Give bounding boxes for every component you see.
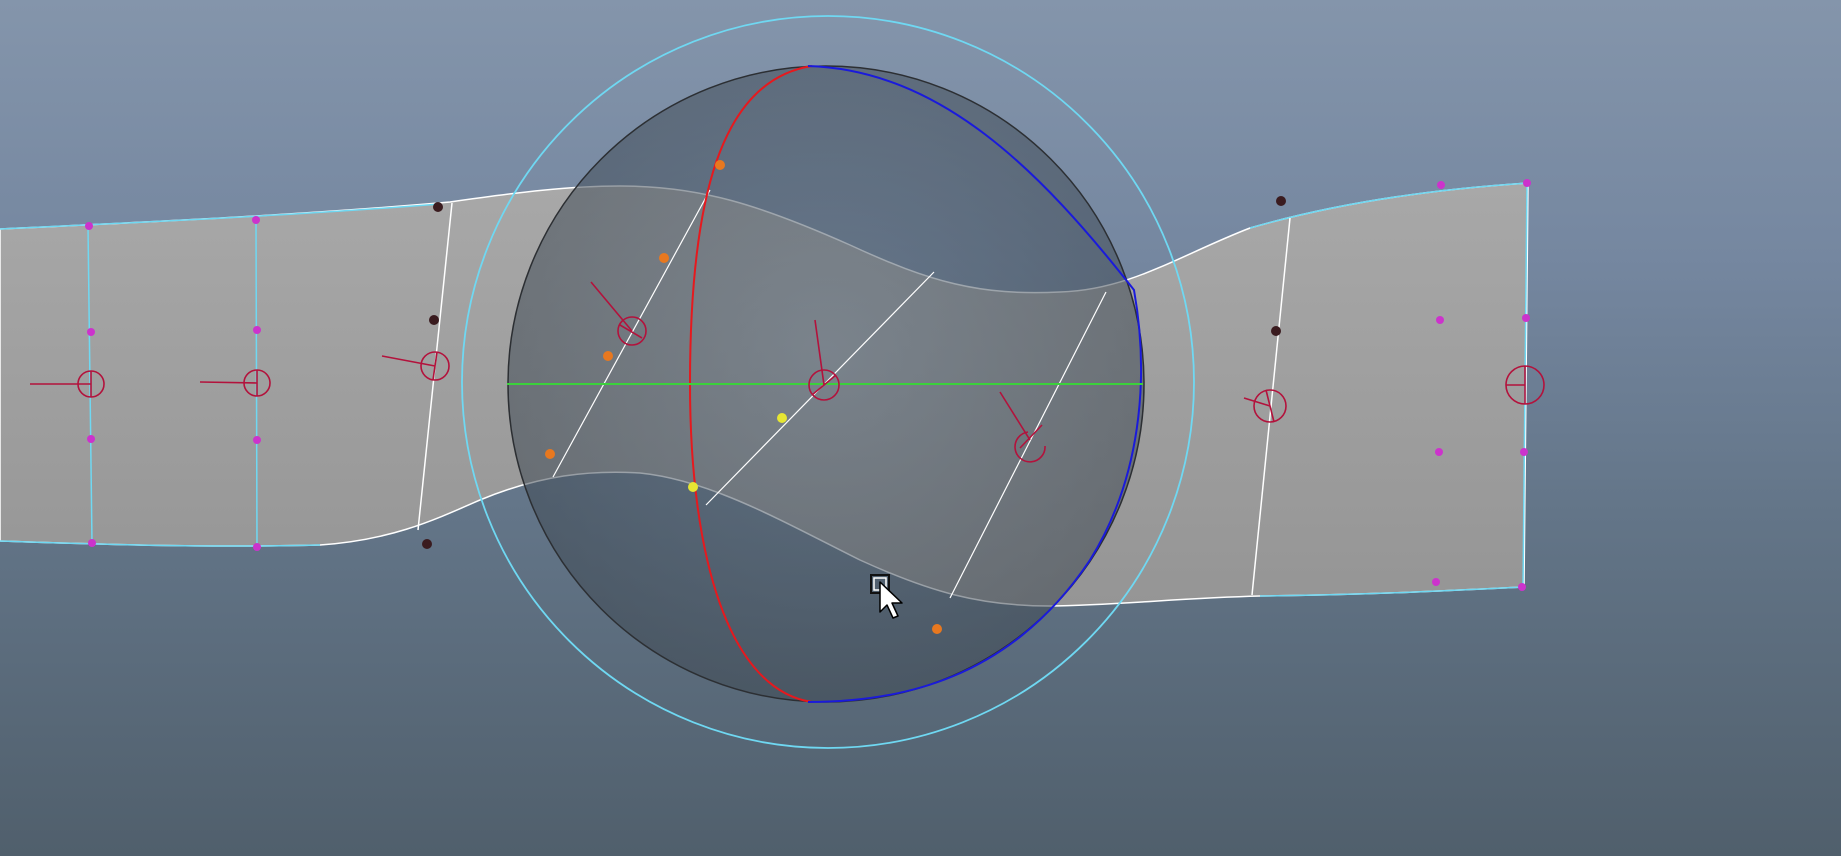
joint-8[interactable] (1505, 365, 1545, 405)
3d-viewport[interactable] (0, 0, 1841, 856)
viewport-canvas (0, 15, 1545, 749)
